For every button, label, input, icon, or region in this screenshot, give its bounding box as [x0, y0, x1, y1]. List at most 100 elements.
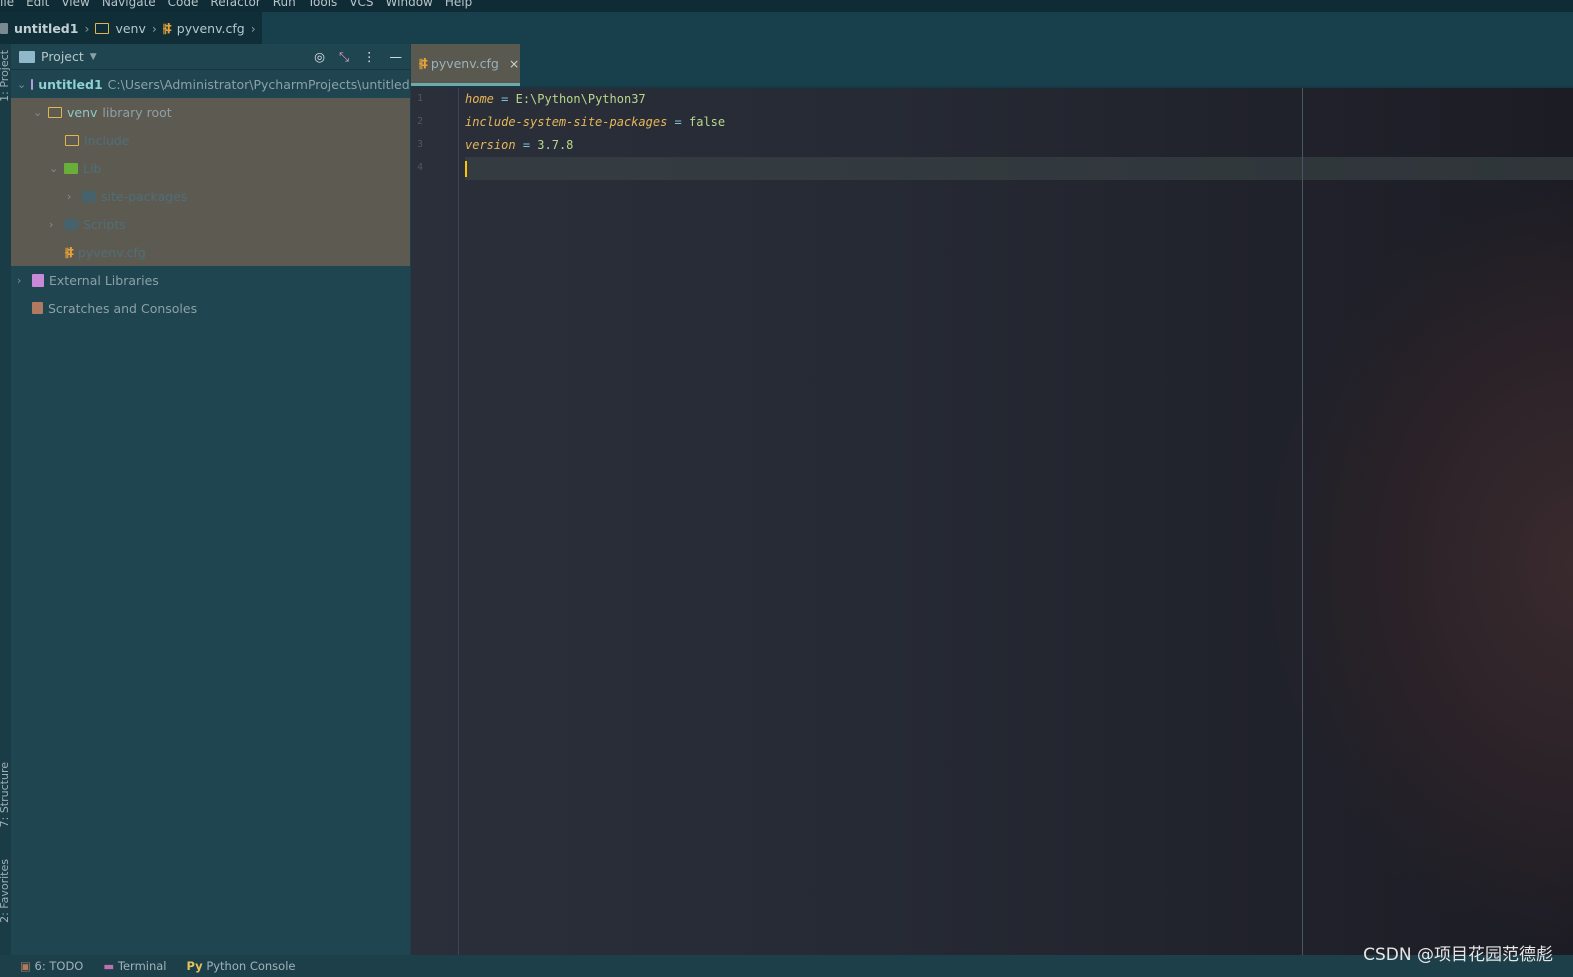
structure-tool-button[interactable]: 7: Structure	[0, 762, 11, 827]
library-folder-icon	[64, 162, 78, 174]
config-file-icon: ⫲‡	[419, 56, 428, 70]
tree-label: Lib	[83, 160, 102, 176]
todo-icon: ▣	[20, 959, 31, 973]
config-file-icon: ⫲‡	[162, 20, 172, 35]
scratches-icon	[32, 302, 43, 314]
menu-help[interactable]: Help	[445, 0, 472, 12]
folder-icon	[64, 218, 78, 230]
tree-item-include[interactable]: Include	[11, 126, 410, 154]
collapse-all-icon[interactable]: ⤡	[339, 49, 349, 65]
line-gutter: 1 2 3 4	[411, 88, 459, 955]
config-value: 3.7.8	[537, 138, 574, 152]
config-file-icon: ⫲‡	[65, 244, 74, 259]
python-console-tool-button[interactable]: Py Python Console	[187, 959, 296, 973]
menu-bar: File Edit View Navigate Code Refactor Ru…	[0, 0, 1573, 12]
todo-tool-button[interactable]: ▣ 6: TODO	[20, 959, 83, 973]
code-line: home = E:\Python\Python37	[465, 88, 1573, 111]
project-panel: Project ▼ ◎ ⤡ ⋮ — ⌄ untitled1 C:\Users\A…	[11, 44, 418, 955]
tree-label: untitled1	[38, 76, 103, 92]
folder-icon	[82, 190, 96, 202]
navigation-bar: untitled1 › venv › ⫲‡ pyvenv.cfg ›	[0, 12, 1573, 44]
menu-view[interactable]: View	[61, 0, 89, 12]
tree-label: venv	[67, 104, 98, 120]
menu-refactor[interactable]: Refactor	[210, 0, 260, 12]
editor[interactable]: ⫲‡ pyvenv.cfg × 1 2 3 4 home = E:\Python…	[411, 44, 1573, 955]
terminal-icon: ▬	[103, 959, 115, 973]
menu-file[interactable]: File	[0, 0, 14, 12]
tree-item-pyvenv-cfg[interactable]: ⫲‡ pyvenv.cfg	[11, 238, 410, 266]
chevron-down-icon[interactable]: ⌄	[49, 162, 59, 175]
bottom-tool-bar: ▣ 6: TODO ▬ Terminal Py Python Console	[0, 955, 1573, 977]
code-line: version = 3.7.8	[465, 134, 1573, 157]
python-icon: Py	[186, 959, 203, 973]
project-tool-button[interactable]: 1: Project	[0, 50, 11, 102]
python-console-label: Python Console	[206, 959, 296, 973]
tree-item-site-packages[interactable]: › site-packages	[11, 182, 410, 210]
menu-edit[interactable]: Edit	[26, 0, 49, 12]
folder-icon	[95, 22, 110, 34]
more-options-icon[interactable]: ⋮	[363, 49, 376, 64]
menu-vcs[interactable]: VCS	[349, 0, 373, 12]
folder-icon	[0, 22, 8, 34]
chevron-down-icon[interactable]: ⌄	[33, 106, 43, 119]
operator: =	[674, 115, 682, 129]
editor-tabs: ⫲‡ pyvenv.cfg ×	[411, 44, 1573, 88]
library-icon	[32, 273, 44, 287]
left-tool-strip: 1: Project 7: Structure 2: Favorites	[0, 44, 11, 955]
tree-item-external-libraries[interactable]: › External Libraries	[11, 266, 410, 294]
config-value: false	[689, 115, 726, 129]
tree-item-untitled1[interactable]: ⌄ untitled1 C:\Users\Administrator\Pycha…	[11, 70, 418, 98]
line-number: 1	[417, 93, 424, 104]
terminal-tool-button[interactable]: ▬ Terminal	[103, 959, 166, 973]
tree-item-lib[interactable]: ⌄ Lib	[11, 154, 410, 182]
config-key: include-system-site-packages	[465, 115, 668, 129]
chevron-right-icon[interactable]: ›	[17, 274, 27, 287]
close-icon[interactable]: ×	[509, 56, 519, 71]
tree-label: Scripts	[83, 216, 126, 232]
locate-icon[interactable]: ◎	[314, 49, 325, 64]
config-value: E:\Python\Python37	[515, 92, 646, 106]
tree-label: Scratches and Consoles	[48, 300, 198, 316]
chevron-right-icon[interactable]: ›	[49, 218, 59, 231]
tree-item-scratches[interactable]: Scratches and Consoles	[11, 294, 410, 322]
chevron-down-icon[interactable]: ▼	[90, 52, 97, 62]
breadcrumb-file[interactable]: pyvenv.cfg	[177, 21, 245, 36]
folder-icon	[31, 78, 34, 90]
line-number: 2	[417, 116, 424, 127]
code-line-current	[465, 157, 1573, 180]
minimize-icon[interactable]: —	[390, 49, 403, 64]
operator: =	[522, 138, 531, 152]
project-view-selector[interactable]: Project	[41, 49, 84, 64]
config-key: version	[465, 138, 516, 152]
text-caret	[465, 160, 467, 177]
menu-code[interactable]: Code	[168, 0, 199, 12]
menu-window[interactable]: Window	[386, 0, 433, 12]
tab-label: pyvenv.cfg	[430, 56, 499, 71]
menu-navigate[interactable]: Navigate	[102, 0, 156, 12]
tab-pyvenv-cfg[interactable]: ⫲‡ pyvenv.cfg ×	[411, 44, 520, 86]
tree-item-scripts[interactable]: › Scripts	[11, 210, 410, 238]
operator: =	[501, 92, 509, 106]
breadcrumb-folder[interactable]: venv	[115, 21, 145, 36]
menu-tools[interactable]: Tools	[308, 0, 338, 12]
tree-label: pyvenv.cfg	[77, 244, 146, 260]
chevron-down-icon[interactable]: ⌄	[17, 78, 26, 91]
watermark: CSDN @项目花园范德彪	[1363, 945, 1553, 965]
breadcrumb-root[interactable]: untitled1	[14, 21, 78, 36]
project-folder-icon	[19, 50, 35, 63]
tree-label: Include	[84, 132, 130, 148]
chevron-right-icon: ›	[84, 20, 90, 36]
chevron-right-icon[interactable]: ›	[67, 190, 77, 203]
code-line: include-system-site-packages = false	[465, 111, 1573, 134]
right-margin-guide	[1302, 88, 1303, 955]
folder-icon	[65, 134, 79, 146]
chevron-right-icon: ›	[250, 20, 256, 36]
favorites-tool-button[interactable]: 2: Favorites	[0, 859, 11, 923]
project-toolbar: Project ▼ ◎ ⤡ ⋮ —	[11, 44, 410, 70]
tree-item-venv[interactable]: ⌄ venv library root	[11, 98, 410, 126]
code-area[interactable]: home = E:\Python\Python37 include-system…	[465, 88, 1573, 180]
tree-path: C:\Users\Administrator\PycharmProjects\u…	[107, 76, 418, 92]
breadcrumb: untitled1 › venv › ⫲‡ pyvenv.cfg ›	[0, 12, 262, 44]
tree-extra: library root	[102, 104, 172, 120]
menu-run[interactable]: Run	[273, 0, 296, 12]
